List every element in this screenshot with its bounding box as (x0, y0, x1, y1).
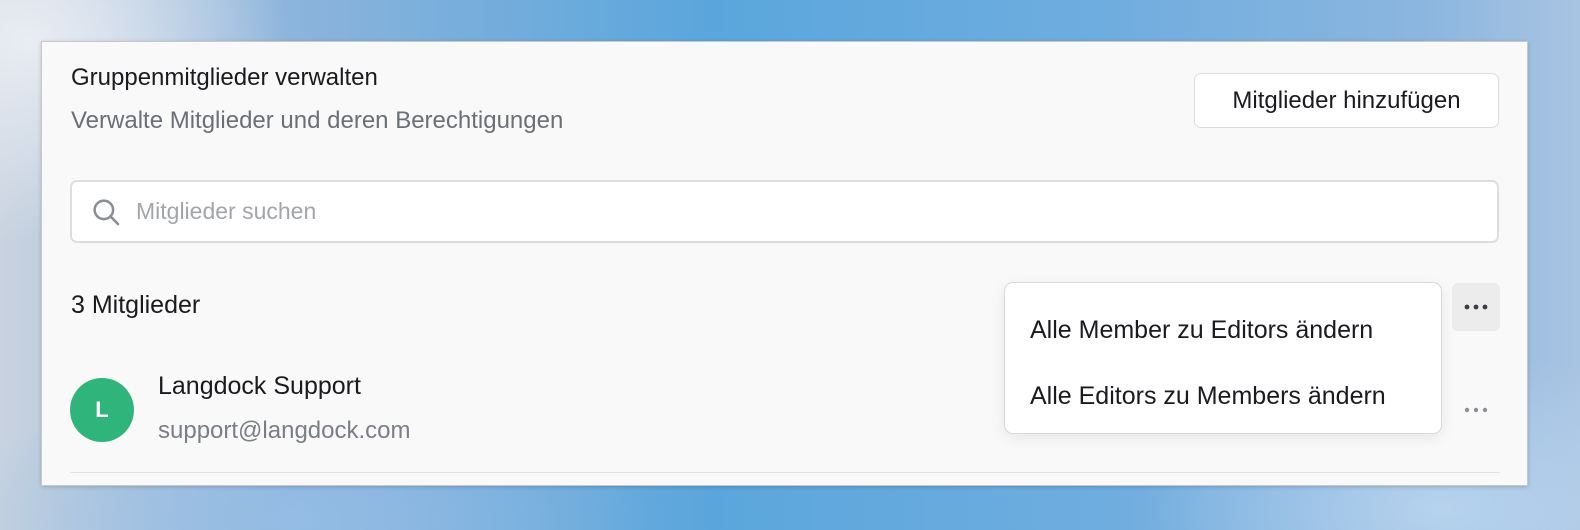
member-count: 3 Mitglieder (71, 291, 201, 319)
member-email: support@langdock.com (158, 417, 411, 444)
menu-item-editors-to-members[interactable]: Alle Editors zu Members ändern (1005, 363, 1441, 429)
search-icon (88, 194, 124, 230)
row-divider (70, 472, 1500, 473)
add-members-button[interactable]: Mitglieder hinzufügen (1194, 73, 1499, 128)
menu-item-members-to-editors[interactable]: Alle Member zu Editors ändern (1005, 297, 1441, 363)
search-input[interactable] (136, 198, 1436, 225)
bulk-actions-menu: Alle Member zu Editors ändern Alle Edito… (1004, 282, 1442, 434)
more-horizontal-icon (1464, 407, 1488, 413)
panel-subtitle: Verwalte Mitglieder und deren Berechtigu… (71, 107, 564, 134)
member-name: Langdock Support (158, 372, 361, 400)
bulk-actions-button[interactable] (1452, 283, 1500, 331)
panel-title: Gruppenmitglieder verwalten (71, 64, 378, 91)
avatar: L (70, 378, 134, 442)
more-horizontal-icon (1464, 304, 1488, 310)
member-search-box[interactable] (70, 180, 1499, 243)
member-actions-button[interactable] (1452, 386, 1500, 434)
